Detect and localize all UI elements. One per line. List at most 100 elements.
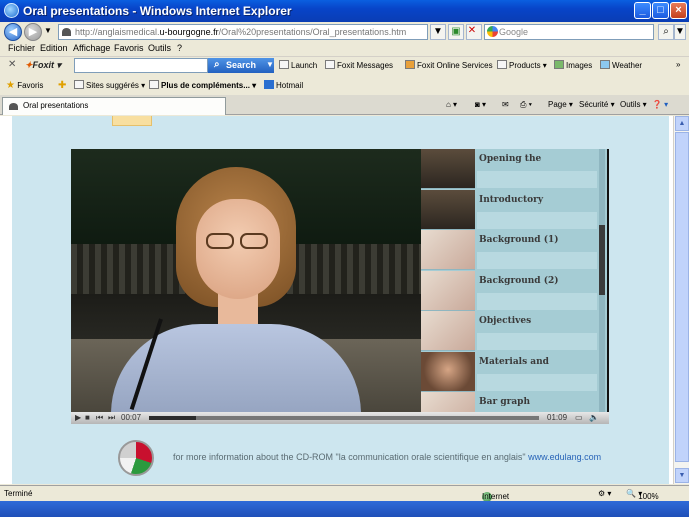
playlist-item[interactable]: Background (1) [421,230,597,270]
play-icon[interactable]: ▶ [75,413,81,422]
protected-mode-icon[interactable]: ⚙ ▾ [598,489,611,498]
scroll-up-icon[interactable]: ▲ [675,116,689,131]
menu-bar: Fichier Edition Affichage Favoris Outils… [0,42,689,56]
search-input[interactable]: Google [484,24,654,40]
print-icon[interactable]: ⎙ ▾ [520,100,532,110]
menu-edition[interactable]: Edition [40,43,68,53]
chapter-row-bar [477,293,597,310]
launch-button[interactable]: Launch [279,60,317,70]
elapsed-time: 00:07 [121,413,142,422]
page-header-tab [112,116,152,126]
zoom-control[interactable]: 🔍 100% ▾ [626,489,659,501]
weather-button[interactable]: Weather [600,60,642,70]
close-toolbar-icon[interactable]: ✕ [8,59,16,70]
playlist-item[interactable]: Bar graph [421,392,597,412]
url-path: /Oral%20presentations/Oral_presentations… [218,27,407,37]
fullscreen-icon[interactable]: ▭ [575,413,583,422]
products-button[interactable]: Products ▾ [497,60,547,70]
minimize-button[interactable]: _ [634,2,651,19]
plus-de-complements-button[interactable]: Plus de compléments... ▾ [149,80,256,90]
search-go-icon[interactable]: ⌕ [658,24,674,40]
menu-affichage[interactable]: Affichage [73,43,110,53]
sites-suggeres-button[interactable]: Sites suggérés ▾ [74,80,145,90]
url-domain: u-bourgogne.fr [159,27,219,37]
hotmail-icon [264,80,274,89]
chapter-row-bar [477,333,597,350]
add-favorite-icon[interactable]: ✚ [58,80,66,91]
address-dropdown-icon[interactable]: ▼ [430,24,446,40]
menu-help[interactable]: ? [177,43,182,53]
history-dropdown-icon[interactable]: ▼ [44,26,52,35]
toolbar-overflow-icon[interactable]: » [676,60,680,69]
launch-icon [279,60,289,69]
weather-icon [600,60,610,69]
foxit-search-dropdown-icon[interactable]: ▼ [266,60,274,69]
menu-fichier[interactable]: Fichier [8,43,35,53]
foxit-search-input[interactable] [74,58,208,73]
tab-oral-presentations[interactable]: Oral presentations [2,97,226,115]
back-button[interactable]: ◀ [4,23,22,41]
seek-bar[interactable] [149,416,539,420]
mail-icon[interactable]: ✉ [502,100,509,109]
playlist-scroll-thumb[interactable] [599,225,605,295]
tab-row: Oral presentations ⌂ ▾ ◙ ▾ ✉ ⎙ ▾ Page ▾ … [0,95,689,115]
scroll-down-icon[interactable]: ▼ [675,468,689,483]
images-button[interactable]: Images [554,60,592,70]
stop-icon[interactable]: ■ [85,413,90,422]
status-text: Terminé [4,489,33,498]
playlist-item[interactable]: Background (2) [421,271,597,311]
video-frame[interactable] [71,149,421,412]
sites-icon [74,80,84,89]
foxit-messages-button[interactable]: Foxit Messages [325,60,393,70]
playlist-item[interactable]: Opening the [421,149,597,189]
stop-icon[interactable]: ✕ [464,24,480,40]
player-controls: ▶ ■ ⏮ ⏭ 00:07 01:09 ▭ 🔈 [71,412,609,424]
forward-button[interactable]: ▶ [24,23,42,41]
page-menu-button[interactable]: Page ▾ [548,100,573,109]
volume-icon[interactable]: 🔈 [589,413,599,422]
chapter-row-bar [477,252,597,269]
chapter-row-bar [477,212,597,229]
outils-menu-button[interactable]: Outils ▾ [620,100,647,109]
chapter-thumbnail [421,311,475,351]
footer-info: for more information about the CD-ROM "l… [173,452,601,462]
previous-icon[interactable]: ⏮ [96,413,103,423]
chapter-title: Bar graph [479,397,531,407]
images-icon [554,60,564,69]
foxit-search-button[interactable]: Search [208,58,274,73]
feeds-icon[interactable]: ◙ ▾ [475,100,486,109]
google-icon [487,26,498,37]
scroll-thumb[interactable] [675,132,689,462]
hotmail-button[interactable]: Hotmail [264,80,303,90]
securite-menu-button[interactable]: Sécurité ▾ [579,100,615,109]
title-bar: Oral presentations - Windows Internet Ex… [0,0,689,22]
page-content: Opening the Introductory Background (1) … [0,116,673,484]
foxit-online-services-button[interactable]: Foxit Online Services [405,60,493,70]
chapter-playlist: Opening the Introductory Background (1) … [421,149,607,412]
playlist-item[interactable]: Objectives [421,311,597,351]
menu-outils[interactable]: Outils [148,43,171,53]
foxit-logo[interactable]: ✦Foxit ▾ [25,60,61,71]
page-scrollbar[interactable]: ▲ ▼ [673,116,689,484]
playlist-item[interactable]: Introductory [421,190,597,230]
menu-favoris[interactable]: Favoris [114,43,144,53]
window-title: Oral presentations - Windows Internet Ex… [23,4,292,18]
favoris-button[interactable]: ★ Favoris [6,80,43,91]
home-icon[interactable]: ⌂ ▾ [446,100,457,109]
search-placeholder: Google [499,27,529,37]
messages-icon [325,60,335,69]
help-icon[interactable]: ❓ ▾ [652,100,668,109]
close-button[interactable]: × [670,2,687,19]
chapter-thumbnail [421,190,475,230]
cd-rom-logo [118,440,154,476]
search-options-icon[interactable]: ▼ [674,24,686,40]
edulang-link[interactable]: www.edulang.com [528,452,601,462]
next-icon[interactable]: ⏭ [108,413,115,423]
maximize-button[interactable]: □ [652,2,669,19]
online-services-icon [405,60,415,69]
chapter-title: Background (2) [479,276,559,286]
playlist-item[interactable]: Materials and [421,352,597,392]
seek-progress [149,416,196,420]
compatibility-icon[interactable]: ▣ [448,24,464,40]
address-bar[interactable]: http://anglaismedical.u-bourgogne.fr/Ora… [58,24,428,40]
